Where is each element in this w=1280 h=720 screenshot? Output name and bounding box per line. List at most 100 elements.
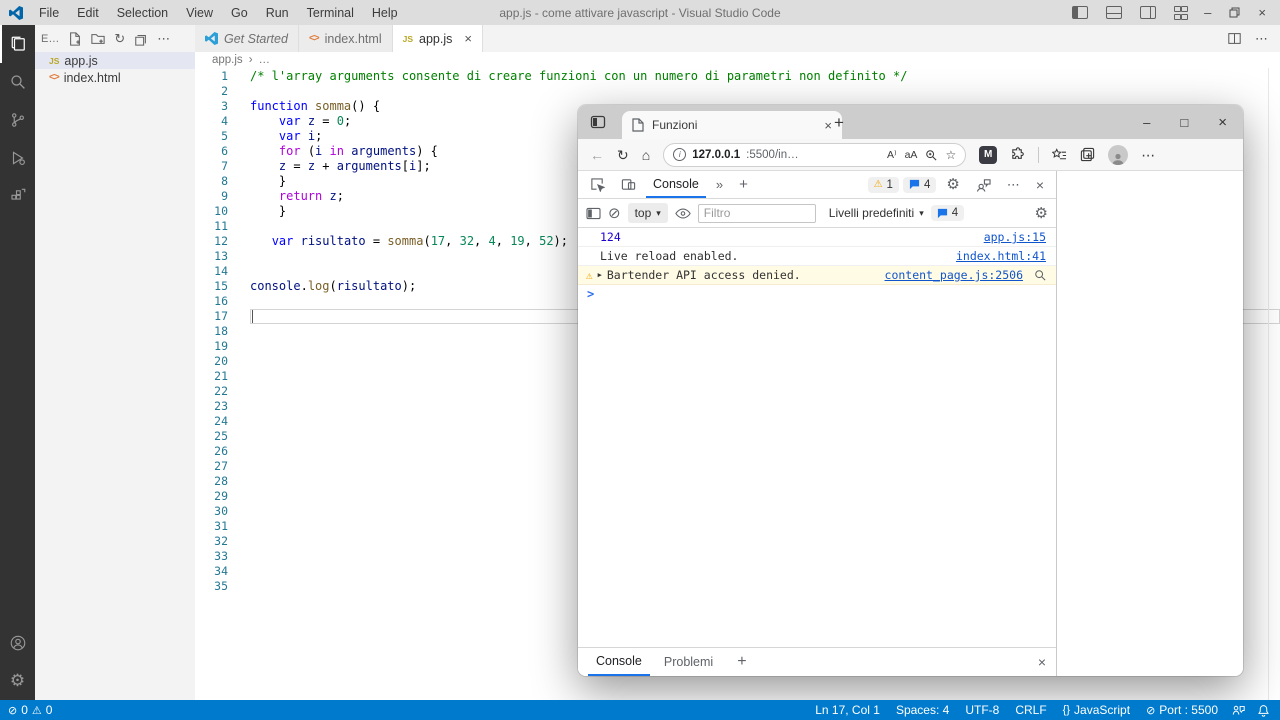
- clear-console-icon[interactable]: ⊘: [608, 204, 621, 222]
- status-encoding[interactable]: UTF-8: [965, 703, 999, 717]
- m-extension-icon[interactable]: M: [979, 146, 997, 164]
- more-actions-icon[interactable]: ⋯: [1255, 31, 1268, 47]
- status-indentation[interactable]: Spaces: 4: [896, 703, 949, 717]
- extensions-puzzle-icon[interactable]: [1010, 147, 1025, 162]
- menu-edit[interactable]: Edit: [69, 4, 107, 22]
- settings-more-icon[interactable]: ⋯: [1141, 148, 1155, 162]
- messages-badge[interactable]: 4: [931, 205, 964, 221]
- console-source-link[interactable]: index.html:41: [956, 249, 1046, 263]
- problems-indicator[interactable]: ⊘ 0 ⚠ 0: [8, 703, 52, 717]
- feedback-icon[interactable]: [1232, 704, 1245, 717]
- menu-terminal[interactable]: Terminal: [299, 4, 362, 22]
- messages-badge[interactable]: 4: [903, 177, 936, 193]
- accounts-icon[interactable]: [0, 624, 35, 662]
- status-eol[interactable]: CRLF: [1015, 703, 1046, 717]
- code-line-1[interactable]: 1/* l'array arguments consente di creare…: [195, 69, 1280, 84]
- status-live-server-port[interactable]: ⊘Port : 5500: [1146, 703, 1218, 717]
- run-debug-icon[interactable]: [0, 139, 35, 177]
- back-icon[interactable]: ←: [590, 148, 604, 162]
- menu-file[interactable]: File: [31, 4, 67, 22]
- customize-layout-icon[interactable]: [1174, 6, 1186, 20]
- code-text[interactable]: [250, 84, 1280, 99]
- collections-icon[interactable]: [1080, 147, 1095, 162]
- new-folder-icon[interactable]: [91, 32, 105, 46]
- breadcrumb[interactable]: app.js › …: [195, 52, 1280, 68]
- menu-selection[interactable]: Selection: [109, 4, 176, 22]
- close-tab-icon[interactable]: ×: [464, 31, 472, 46]
- menu-run[interactable]: Run: [258, 4, 297, 22]
- zoom-icon[interactable]: [925, 149, 937, 161]
- device-emulation-icon[interactable]: [615, 171, 642, 198]
- explorer-icon[interactable]: [0, 25, 35, 63]
- search-icon[interactable]: [0, 63, 35, 101]
- context-selector[interactable]: top ▾: [628, 203, 668, 223]
- restore-button[interactable]: [1229, 7, 1240, 18]
- home-icon[interactable]: ⌂: [642, 148, 650, 162]
- toggle-secondary-sidebar-icon[interactable]: [1140, 6, 1156, 19]
- collapse-folders-icon[interactable]: [134, 32, 148, 46]
- profile-avatar[interactable]: [1108, 145, 1128, 165]
- log-levels-selector[interactable]: Livelli predefiniti ▾: [829, 206, 924, 220]
- refresh-icon[interactable]: ↻: [617, 148, 629, 162]
- source-control-icon[interactable]: [0, 101, 35, 139]
- browser-tab-funzioni[interactable]: Funzioni ×: [622, 111, 842, 139]
- notifications-bell-icon[interactable]: [1257, 704, 1270, 717]
- toggle-sidebar-icon[interactable]: [1072, 6, 1088, 19]
- console-sidebar-icon[interactable]: [586, 207, 601, 220]
- tab-app-js[interactable]: JS app.js ×: [393, 25, 483, 52]
- devtools-settings-icon[interactable]: ⚙: [940, 171, 965, 198]
- menu-view[interactable]: View: [178, 4, 221, 22]
- close-button[interactable]: ×: [1218, 114, 1227, 131]
- address-bar[interactable]: i 127.0.0.1 :5500/in… A⁾ aA ☆: [663, 143, 966, 167]
- favorites-bar-icon[interactable]: [1052, 148, 1067, 162]
- add-panel-icon[interactable]: +: [733, 171, 754, 198]
- close-drawer-icon[interactable]: ×: [1038, 648, 1046, 676]
- live-expression-eye-icon[interactable]: [675, 208, 691, 219]
- console-source-link[interactable]: app.js:15: [984, 230, 1046, 244]
- tab-get-started[interactable]: Get Started: [195, 25, 299, 52]
- tab-actions-menu-icon[interactable]: [590, 114, 606, 130]
- add-favorite-star-icon[interactable]: ☆: [945, 148, 956, 162]
- devtools-tab-console[interactable]: Console: [646, 171, 706, 198]
- minimize-button[interactable]: –: [1143, 115, 1150, 130]
- settings-gear-icon[interactable]: ⚙: [0, 662, 35, 700]
- more-actions-icon[interactable]: ⋯: [157, 31, 170, 47]
- status-cursor-position[interactable]: Ln 17, Col 1: [815, 703, 880, 717]
- toggle-panel-icon[interactable]: [1106, 6, 1122, 19]
- code-line-2[interactable]: 2: [195, 84, 1280, 99]
- inspect-element-icon[interactable]: [584, 171, 611, 198]
- more-tabs-icon[interactable]: »: [710, 171, 729, 198]
- code-text[interactable]: /* l'array arguments consente di creare …: [250, 69, 1280, 84]
- console-source-link[interactable]: content_page.js:2506: [885, 268, 1023, 282]
- new-file-icon[interactable]: [68, 32, 82, 46]
- console-prompt[interactable]: >: [578, 285, 1056, 303]
- add-drawer-tab-icon[interactable]: +: [727, 648, 756, 676]
- menu-go[interactable]: Go: [223, 4, 256, 22]
- menu-help[interactable]: Help: [364, 4, 406, 22]
- split-editor-icon[interactable]: [1228, 32, 1241, 45]
- page-viewport[interactable]: [1057, 171, 1243, 676]
- close-tab-icon[interactable]: ×: [824, 118, 832, 133]
- issues-people-icon[interactable]: [970, 171, 997, 198]
- file-item-appjs[interactable]: JS app.js: [35, 52, 195, 69]
- drawer-tab-console[interactable]: Console: [588, 648, 650, 676]
- filter-input[interactable]: [698, 204, 816, 223]
- more-options-icon[interactable]: ⋯: [1001, 171, 1026, 198]
- drawer-tab-problemi[interactable]: Problemi: [656, 648, 721, 676]
- refresh-explorer-icon[interactable]: ↻: [114, 31, 125, 47]
- maximize-button[interactable]: □: [1180, 115, 1188, 130]
- status-language[interactable]: {}JavaScript: [1063, 703, 1130, 717]
- expand-arrow-icon[interactable]: ▶: [598, 271, 602, 279]
- read-aloud-icon[interactable]: A⁾: [887, 149, 897, 161]
- translate-icon[interactable]: aA: [905, 149, 918, 161]
- close-devtools-icon[interactable]: ×: [1030, 171, 1050, 198]
- extensions-icon[interactable]: [0, 177, 35, 215]
- console-settings-icon[interactable]: ⚙: [1035, 206, 1048, 221]
- warnings-badge[interactable]: ⚠ 1: [868, 177, 899, 193]
- close-button[interactable]: ×: [1258, 6, 1266, 19]
- tab-index-html[interactable]: <> index.html: [299, 25, 393, 52]
- site-info-icon[interactable]: i: [673, 148, 686, 161]
- minimize-button[interactable]: –: [1204, 6, 1211, 19]
- search-icon[interactable]: [1034, 269, 1046, 281]
- new-tab-icon[interactable]: +: [834, 113, 844, 133]
